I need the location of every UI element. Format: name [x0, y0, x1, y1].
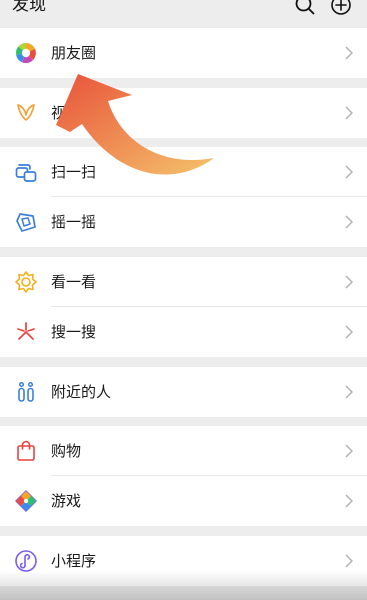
- menu-item-label-people-nearby: 附近的人: [51, 383, 112, 401]
- moments-aperture-icon: [15, 42, 37, 64]
- chevron-right-icon: [345, 215, 353, 229]
- section-mini-programs: 小程序: [0, 536, 367, 586]
- menu-item-label-mini-programs: 小程序: [51, 552, 97, 570]
- channels-butterfly-icon: [17, 104, 35, 121]
- menu-item-label-games: 游戏: [51, 492, 82, 510]
- mini-programs-icon: [15, 550, 37, 572]
- menu-item-people-nearby[interactable]: 附近的人: [0, 367, 367, 417]
- shake-icon: [16, 213, 36, 232]
- menu-item-label-scan: 扫一扫: [51, 163, 97, 181]
- menu-item-label-shopping: 购物: [51, 442, 82, 460]
- menu-item-label-moments: 朋友圈: [51, 44, 97, 62]
- search-sparkle-icon: [17, 322, 35, 340]
- section-scan-shake: 扫一扫 摇一摇: [0, 147, 367, 247]
- menu-item-label-search: 搜一搜: [51, 323, 97, 341]
- chevron-right-icon: [345, 385, 353, 399]
- top-stories-icon: [15, 271, 37, 293]
- discover-screen: 发现 朋友圈 视 扫一扫 摇一摇 看一看 搜一搜 附近的人 购物 游戏 小程序: [0, 0, 367, 600]
- menu-item-label-top-stories: 看一看: [51, 273, 97, 291]
- add-circle-icon[interactable]: [330, 0, 352, 16]
- section-moments: 朋友圈: [0, 28, 367, 78]
- menu-item-games[interactable]: 游戏: [0, 476, 367, 526]
- chevron-right-icon: [345, 275, 353, 289]
- top-bar: 发现: [0, 0, 367, 28]
- scan-icon: [15, 164, 37, 182]
- chevron-right-icon: [345, 165, 353, 179]
- menu-item-search[interactable]: 搜一搜: [0, 307, 367, 357]
- shopping-bag-icon: [17, 440, 35, 461]
- chevron-right-icon: [345, 494, 353, 508]
- menu-item-scan[interactable]: 扫一扫: [0, 147, 367, 197]
- games-diamond-icon: [15, 490, 37, 512]
- people-nearby-icon: [18, 381, 34, 402]
- section-stories-search: 看一看 搜一搜: [0, 257, 367, 357]
- menu-item-label-channels: 视: [51, 104, 67, 122]
- menu-item-channels[interactable]: 视: [0, 88, 367, 138]
- page-title: 发现: [12, 0, 46, 15]
- chevron-right-icon: [345, 554, 353, 568]
- section-channels: 视: [0, 88, 367, 138]
- chevron-right-icon: [345, 325, 353, 339]
- menu-item-mini-programs[interactable]: 小程序: [0, 536, 367, 586]
- menu-item-shopping[interactable]: 购物: [0, 426, 367, 476]
- search-icon[interactable]: [294, 0, 316, 16]
- chevron-right-icon: [345, 106, 353, 120]
- chevron-right-icon: [345, 444, 353, 458]
- menu-item-label-shake: 摇一摇: [51, 213, 97, 231]
- section-nearby: 附近的人: [0, 367, 367, 417]
- menu-item-shake[interactable]: 摇一摇: [0, 197, 367, 247]
- menu-item-top-stories[interactable]: 看一看: [0, 257, 367, 307]
- menu-item-moments[interactable]: 朋友圈: [0, 28, 367, 78]
- section-shopping-games: 购物 游戏: [0, 426, 367, 526]
- chevron-right-icon: [345, 46, 353, 60]
